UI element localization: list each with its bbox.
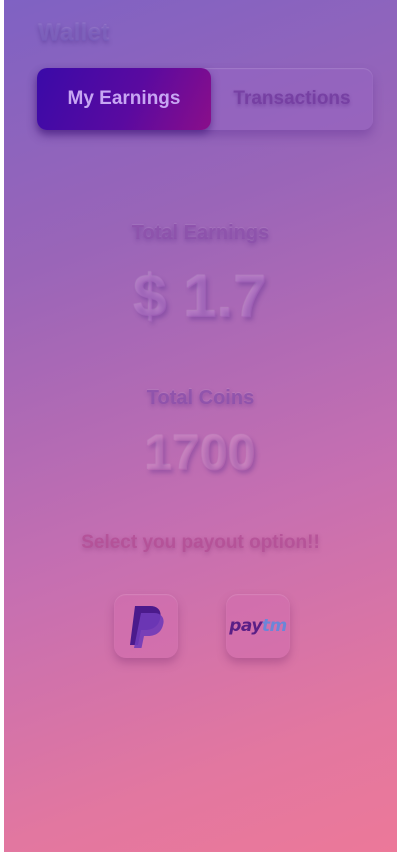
- tab-transactions[interactable]: Transactions: [211, 68, 373, 130]
- total-earnings-label: Total Earnings: [131, 222, 270, 244]
- total-earnings-value: $ 1.7: [133, 263, 268, 330]
- paytm-button[interactable]: paytm: [226, 594, 290, 658]
- total-coins-value: 1700: [144, 425, 257, 481]
- payout-prompt: Select you payout option!!: [81, 532, 320, 553]
- paypal-button[interactable]: [114, 594, 178, 658]
- paytm-logo-icon: paytm: [229, 616, 287, 636]
- total-coins-label: Total Coins: [146, 387, 255, 409]
- paytm-logo-pay: pay: [229, 616, 262, 636]
- tab-my-earnings[interactable]: My Earnings: [37, 68, 211, 130]
- tab-bar: My Earnings Transactions: [37, 68, 373, 130]
- paypal-logo-icon: [130, 606, 164, 648]
- page-title: Wallet: [38, 20, 110, 47]
- wallet-screen: Wallet My Earnings Transactions Total Ea…: [4, 0, 397, 852]
- paytm-logo-tm: tm: [261, 616, 287, 636]
